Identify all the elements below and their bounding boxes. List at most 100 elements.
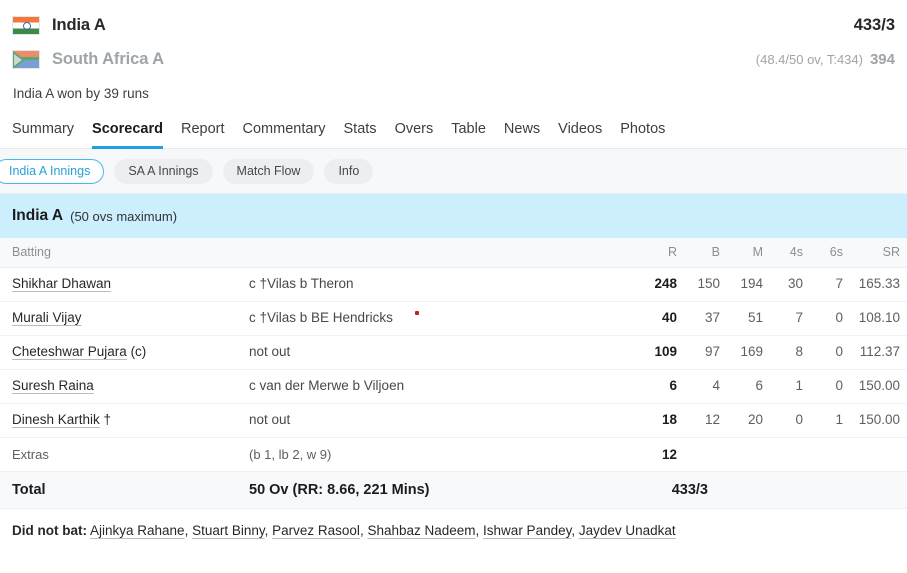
balls-cell: 150 [677,267,720,301]
runs-value: 40 [661,310,677,325]
sr-value: 150.00 [858,378,900,393]
player-link[interactable]: Cheteshwar Pujara [12,344,127,359]
extras-blank-b [677,437,720,471]
extras-blank-m [720,437,763,471]
player-role-suffix: (c) [126,344,147,359]
innings-banner: India A (50 ovs maximum) [0,194,907,238]
player-link[interactable]: Dinesh Karthik [12,412,100,427]
strike-rate-cell: 165.33 [843,267,907,301]
runs-cell: 248 [634,267,677,301]
tab-summary[interactable]: Summary [12,121,74,149]
runs-value: 109 [654,344,677,359]
player-link[interactable]: Murali Vijay [12,310,82,325]
pill-india-a-innings[interactable]: India A Innings [0,158,105,184]
video-marker-icon[interactable] [414,311,419,315]
strike-rate-cell: 150.00 [843,403,907,437]
dismissal-cell: not out [249,335,634,369]
extras-detail: (b 1, lb 2, w 9) [249,446,332,462]
batting-scorecard-table: Batting R B M 4s 6s SR Shikhar Dhawan c … [0,238,907,509]
dnb-player-link[interactable]: Jaydev Unadkat [579,523,676,538]
balls-value: 4 [712,378,720,393]
tab-report[interactable]: Report [181,121,225,149]
mins-value: 20 [747,412,763,427]
total-detail: 50 Ov (RR: 8.66, 221 Mins) [249,481,430,498]
dismissal-text: not out [249,412,291,427]
dnb-player-link[interactable]: Ishwar Pandey [483,523,571,538]
tab-commentary[interactable]: Commentary [243,121,326,149]
dnb-player-link[interactable]: Shahbaz Nadeem [367,523,475,538]
fours-value: 7 [795,310,803,325]
player-role-suffix: † [99,412,112,427]
minutes-cell: 169 [720,335,763,369]
fours-value: 0 [795,412,803,427]
dismissal-text: c †Vilas b Theron [249,276,354,291]
dnb-player-link[interactable]: Ajinkya Rahane [90,523,185,538]
balls-value: 37 [704,310,720,325]
fours-value: 8 [795,344,803,359]
player-link[interactable]: Suresh Raina [12,378,94,393]
fours-cell: 8 [763,335,803,369]
south-africa-flag-icon [12,49,40,69]
extras-value-cell: 12 [634,437,677,471]
mins-value: 169 [740,344,763,359]
table-row: Shikhar Dhawan c †Vilas b Theron 248 150… [0,267,907,301]
tab-photos[interactable]: Photos [620,121,665,149]
innings-team-name: India A [12,207,64,224]
table-row: Cheteshwar Pujara (c) not out 109 97 169… [0,335,907,369]
col-header-mins: M [752,245,763,260]
runs-value: 18 [661,412,677,427]
sixes-value: 0 [835,310,843,325]
tab-videos[interactable]: Videos [558,121,602,149]
strike-rate-cell: 112.37 [843,335,907,369]
total-value: 433/3 [671,481,708,498]
batsman-cell: Cheteshwar Pujara (c) [0,335,249,369]
dnb-player-link[interactable]: Stuart Binny [192,523,265,538]
balls-value: 150 [697,276,720,291]
minutes-cell: 51 [720,301,763,335]
tab-news[interactable]: News [504,121,540,149]
balls-cell: 37 [677,301,720,335]
balls-value: 12 [704,412,720,427]
batsman-cell: Murali Vijay [0,301,249,335]
pill-sa-a-innings[interactable]: SA A Innings [114,158,213,184]
player-link[interactable]: Shikhar Dhawan [12,276,111,291]
col-header-runs: R [667,245,677,260]
sixes-value: 0 [835,378,843,393]
team-overs-south-africa: (48.4/50 ov, T:434) [755,51,863,67]
table-row: Dinesh Karthik † not out 18 12 20 0 1 15… [0,403,907,437]
minutes-cell: 194 [720,267,763,301]
mins-value: 194 [740,276,763,291]
sr-value: 108.10 [858,310,900,325]
tab-stats[interactable]: Stats [344,121,377,149]
dismissal-text: c van der Merwe b Viljoen [249,378,405,393]
match-result-text: India A won by 39 runs [13,86,149,101]
tab-table[interactable]: Table [451,121,486,149]
minutes-cell: 6 [720,369,763,403]
pill-match-flow[interactable]: Match Flow [222,158,315,184]
strike-rate-cell: 150.00 [843,369,907,403]
pill-info[interactable]: Info [324,158,374,184]
tab-scorecard[interactable]: Scorecard [92,121,163,149]
total-blank-6s [803,471,843,508]
main-nav-tabs: Summary Scorecard Report Commentary Stat… [0,113,907,149]
total-label: Total [12,481,46,498]
dnb-player-link[interactable]: Parvez Rasool [272,523,360,538]
did-not-bat-row: Did not bat: Ajinkya Rahane, Stuart Binn… [12,522,676,538]
sixes-value: 7 [835,276,843,291]
did-not-bat-label: Did not bat: [12,522,87,538]
runs-value: 248 [654,276,677,291]
sixes-cell: 7 [803,267,843,301]
tab-overs[interactable]: Overs [395,121,434,149]
sixes-cell: 0 [803,301,843,335]
score-area-south-africa: (48.4/50 ov, T:434) 394 [756,51,895,68]
dismissal-cell: c †Vilas b BE Hendricks [249,301,634,335]
match-header: India A 433/3 South Africa A (48.4/50 ov… [0,0,907,101]
table-row: Suresh Raina c van der Merwe b Viljoen 6… [0,369,907,403]
batsman-cell: Dinesh Karthik † [0,403,249,437]
col-header-batting: Batting [12,245,51,260]
fours-cell: 7 [763,301,803,335]
team-score-india: 433/3 [853,15,895,34]
sixes-cell: 1 [803,403,843,437]
fours-cell: 0 [763,403,803,437]
team-row-south-africa: South Africa A (48.4/50 ov, T:434) 394 [12,42,895,76]
